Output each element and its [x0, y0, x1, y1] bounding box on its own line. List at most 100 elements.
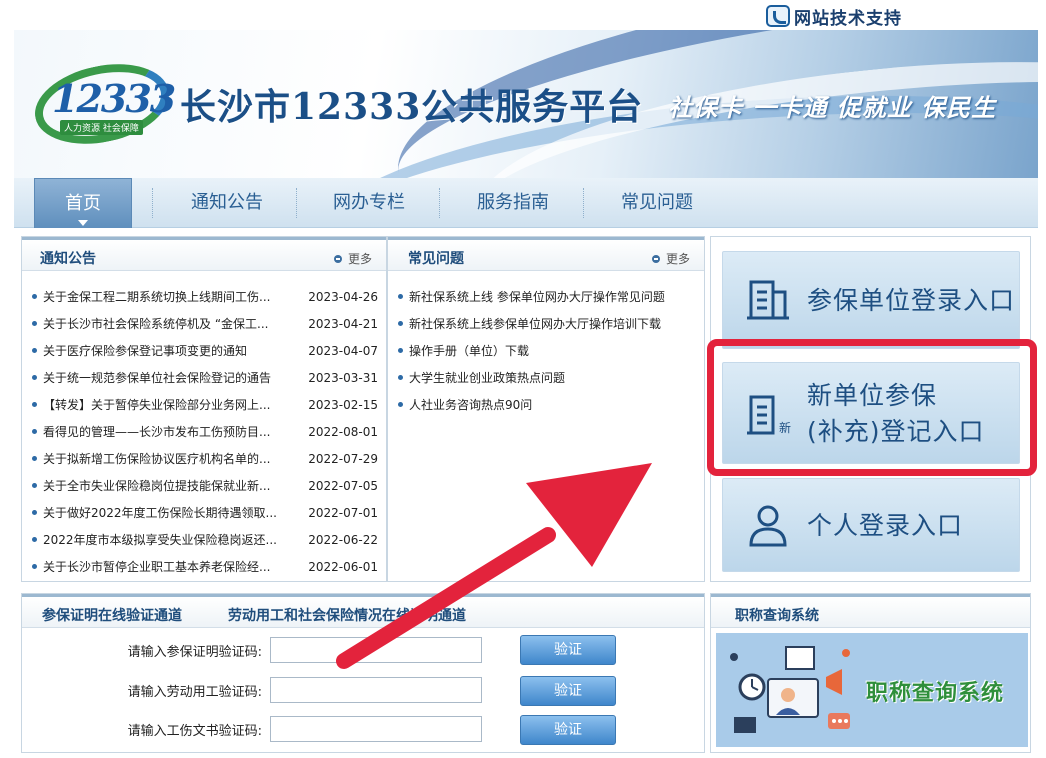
banner-slogan: 社保卡 一卡通 促就业 保民生 [668, 94, 997, 122]
injury-doc-code-input[interactable] [270, 716, 482, 742]
nav-divider [583, 188, 584, 218]
list-item[interactable]: 人社业务咨询热点90问 [398, 391, 696, 418]
bullet-icon [32, 510, 37, 515]
list-item[interactable]: 关于拟新增工伤保险协议医疗机构名单的... 2022-07-29 [32, 445, 378, 472]
building-icon [747, 280, 789, 320]
more-label: 更多 [665, 252, 690, 266]
notices-more-link[interactable]: 更多 [333, 250, 372, 267]
bullet-icon [398, 402, 403, 407]
bullet-icon [32, 456, 37, 461]
notice-title[interactable]: 【转发】关于暂停失业保险部分业务网上... [43, 396, 300, 413]
notice-title[interactable]: 关于做好2022年度工伤保险长期待遇领取... [43, 504, 300, 521]
notice-title[interactable]: 关于医疗保险参保登记事项变更的通知 [43, 342, 300, 359]
header-banner: 12333 人力资源 社会保障 长沙市12333公共服务平台 社保卡 一卡通 促… [14, 30, 1038, 178]
main-nav: 首页 通知公告 网办专栏 服务指南 常见问题 [14, 178, 1038, 228]
nav-online-service[interactable]: 网办专栏 [306, 178, 432, 228]
tab-insurance-certificate[interactable]: 参保证明在线验证通道 [42, 605, 182, 625]
bullet-icon [32, 402, 37, 407]
list-item[interactable]: 大学生就业创业政策热点问题 [398, 364, 696, 391]
tech-support-link[interactable]: 网站技术支持 [766, 4, 902, 29]
bullet-icon [32, 321, 37, 326]
notices-title: 通知公告 [40, 251, 96, 267]
faq-item[interactable]: 操作手册（单位）下载 [409, 342, 696, 359]
site-title: 长沙市12333公共服务平台 [180, 86, 644, 128]
unit-login-label: 参保单位登录入口 [807, 286, 1016, 315]
bullet-icon [32, 537, 37, 542]
more-icon [651, 254, 660, 263]
verify-row: 请输入工伤文书验证码: [22, 715, 482, 743]
bullet-icon [398, 348, 403, 353]
notice-title[interactable]: 关于拟新增工伤保险协议医疗机构名单的... [43, 450, 300, 467]
notice-title[interactable]: 关于统一规范参保单位社会保险登记的通告 [43, 369, 300, 386]
list-item[interactable]: 关于长沙市暂停企业职工基本养老保险经... 2022-06-01 [32, 553, 378, 580]
list-item[interactable]: 关于统一规范参保单位社会保险登记的通告 2023-03-31 [32, 364, 378, 391]
notice-title[interactable]: 关于金保工程二期系统切换上线期间工伤... [43, 288, 300, 305]
list-item[interactable]: 【转发】关于暂停失业保险部分业务网上... 2023-02-15 [32, 391, 378, 418]
nav-notices[interactable]: 通知公告 [164, 178, 290, 228]
title-query-banner[interactable]: 职称查询系统 [716, 633, 1028, 747]
list-item[interactable]: 关于长沙市社会保险系统停机及 “金保工... 2023-04-21 [32, 310, 378, 337]
title-query-banner-text: 职称查询系统 [866, 681, 1005, 706]
bullet-icon [398, 321, 403, 326]
notice-title[interactable]: 关于全市失业保险稳岗位提技能保就业新... [43, 477, 300, 494]
notice-date: 2023-04-21 [308, 316, 378, 331]
notice-date: 2023-03-31 [308, 370, 378, 385]
list-item[interactable]: 看得见的管理——长沙市发布工伤预防目... 2022-08-01 [32, 418, 378, 445]
notice-date: 2023-04-26 [308, 289, 378, 304]
verify-label: 请输入参保证明验证码: [127, 644, 262, 660]
logo-subtitle: 人力资源 社会保障 [60, 120, 143, 135]
notice-title[interactable]: 2022年度市本级拟享受失业保险稳岗返还... [43, 531, 300, 548]
bullet-icon [398, 375, 403, 380]
nav-service-guide[interactable]: 服务指南 [450, 178, 576, 228]
top-bar: 网站技术支持 [0, 0, 1046, 30]
personal-login-label: 个人登录入口 [807, 511, 964, 540]
notice-title[interactable]: 关于长沙市社会保险系统停机及 “金保工... [43, 315, 300, 332]
faq-list: 新社保系统上线 参保单位网办大厅操作常见问题 新社保系统上线参保单位网办大厅操作… [398, 283, 696, 418]
site-logo[interactable]: 12333 人力资源 社会保障 [27, 52, 177, 156]
notice-date: 2022-08-01 [308, 424, 378, 439]
more-icon [333, 254, 342, 263]
nav-divider [296, 188, 297, 218]
title-query-title: 职称查询系统 [735, 608, 819, 624]
notices-header: 通知公告 更多 [22, 237, 386, 271]
notice-date: 2023-04-07 [308, 343, 378, 358]
nav-divider [439, 188, 440, 218]
faq-item[interactable]: 大学生就业创业政策热点问题 [409, 369, 696, 386]
notices-list: 关于金保工程二期系统切换上线期间工伤... 2023-04-26 关于长沙市社会保… [32, 283, 378, 580]
annotation-arrow-icon [336, 463, 652, 669]
bullet-icon [32, 429, 37, 434]
tech-support-label: 网站技术支持 [794, 8, 902, 29]
nav-divider [152, 188, 153, 218]
nav-home[interactable]: 首页 [34, 178, 132, 228]
list-item[interactable]: 新社保系统上线 参保单位网办大厅操作常见问题 [398, 283, 696, 310]
bullet-icon [32, 348, 37, 353]
title-query-illustration-icon [730, 646, 850, 733]
bullet-icon [32, 375, 37, 380]
list-item[interactable]: 关于做好2022年度工伤保险长期待遇领取... 2022-07-01 [32, 499, 378, 526]
faq-title: 常见问题 [408, 251, 464, 267]
user-icon [749, 505, 787, 547]
more-label: 更多 [347, 252, 372, 266]
personal-login-button[interactable]: 个人登录入口 [722, 478, 1020, 572]
faq-item[interactable]: 人社业务咨询热点90问 [409, 396, 696, 413]
verify-button[interactable]: 验证 [520, 715, 616, 745]
list-item[interactable]: 关于全市失业保险稳岗位提技能保就业新... 2022-07-05 [32, 472, 378, 499]
list-item[interactable]: 新社保系统上线参保单位网办大厅操作培训下载 [398, 310, 696, 337]
highlight-frame [707, 339, 1037, 476]
list-item[interactable]: 2022年度市本级拟享受失业保险稳岗返还... 2022-06-22 [32, 526, 378, 553]
notice-title[interactable]: 看得见的管理——长沙市发布工伤预防目... [43, 423, 300, 440]
list-item[interactable]: 关于医疗保险参保登记事项变更的通知 2023-04-07 [32, 337, 378, 364]
list-item[interactable]: 关于金保工程二期系统切换上线期间工伤... 2023-04-26 [32, 283, 378, 310]
list-item[interactable]: 操作手册（单位）下载 [398, 337, 696, 364]
bullet-icon [398, 294, 403, 299]
notice-date: 2023-02-15 [308, 397, 378, 412]
faq-item[interactable]: 新社保系统上线参保单位网办大厅操作培训下载 [409, 315, 696, 332]
faq-item[interactable]: 新社保系统上线 参保单位网办大厅操作常见问题 [409, 288, 696, 305]
nav-faq[interactable]: 常见问题 [594, 178, 720, 228]
unit-login-button[interactable]: 参保单位登录入口 [722, 251, 1020, 349]
title-query-header: 职称查询系统 [711, 594, 1030, 628]
notice-title[interactable]: 关于长沙市暂停企业职工基本养老保险经... [43, 558, 300, 575]
faq-more-link[interactable]: 更多 [651, 250, 690, 267]
verify-label: 请输入劳动用工验证码: [127, 684, 262, 700]
verify-label: 请输入工伤文书验证码: [127, 723, 262, 739]
